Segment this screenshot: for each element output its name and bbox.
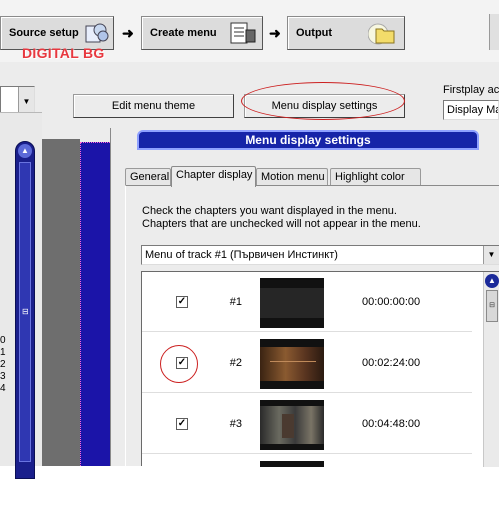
scroll-up-icon[interactable]: ▲ [18,144,32,158]
dialog-title: Menu display settings [137,130,479,150]
edit-menu-theme-button[interactable]: Edit menu theme [73,94,234,118]
row-number: 1 [0,347,6,358]
firstplay-action-select[interactable]: Display Ma [443,100,499,120]
step-create-menu-button[interactable]: Create menu [141,16,263,50]
row-number: 2 [0,359,6,370]
chapter-list-scrollbar[interactable]: ▲ ⊟ [483,272,499,467]
chapter-number: #3 [229,418,242,430]
instruction-line: Check the chapters you want displayed in… [142,205,397,217]
chapter-row: ✓ #3 00:04:48:00 [142,394,472,454]
scroll-thumb[interactable]: ⊟ [486,290,498,322]
row-numbers: 0 1 2 3 4 [0,335,6,395]
chapter-number: #1 [229,296,242,308]
tab-motion-menu[interactable]: Motion menu [256,168,328,186]
chapter-thumbnail [260,461,324,467]
workflow-scroll-edge [489,14,499,50]
chevron-down-icon[interactable]: ▼ [483,246,499,264]
tab-general[interactable]: General [125,168,171,186]
row-number: 4 [0,383,6,394]
canvas-frame [42,139,80,466]
chapter-number: #2 [229,357,242,369]
scroll-up-icon[interactable]: ▲ [485,274,499,288]
left-scrollbar[interactable]: ▲ ⊟ [15,141,35,479]
firstplay-action-label: Firstplay act [443,84,499,96]
tab-chapter-display[interactable]: Chapter display [171,166,256,187]
watermark-logo: DIGITAL BG [22,45,105,61]
track-select-value: Menu of track #1 (Първичен Инстинкт) [145,249,338,261]
chapter-thumbnail [260,400,324,450]
arrow-icon: ➜ [122,25,134,41]
chapter-checkbox[interactable]: ✓ [176,296,188,308]
menu-preview-canvas [80,142,110,466]
chapter-list: ✓ #1 00:00:00:00 ✓ #2 00:02:24:00 ✓ #3 0… [141,271,499,467]
arrow-icon: ➜ [269,25,281,41]
step-output-button[interactable]: Output [287,16,405,50]
chapter-checkbox[interactable]: ✓ [176,418,188,430]
chapter-row: ✓ #2 00:02:24:00 [142,333,472,393]
tab-highlight-color[interactable]: Highlight color [330,168,421,186]
chapter-time: 00:04:48:00 [362,418,421,430]
disc-stack-icon [85,23,109,43]
chapter-list-pane: ▲ ⊟ 0 1 2 3 4 [0,112,42,479]
instructions: Check the chapters you want displayed in… [142,205,421,231]
chapter-thumbnail [260,278,324,328]
document-menu-icon [230,22,256,44]
chapter-row: ✓ #1 00:00:00:00 [142,272,472,332]
track-select[interactable]: Menu of track #1 (Първичен Инстинкт) ▼ [141,245,499,265]
menu-display-settings-dialog: Menu display settings General Chapter di… [110,128,499,467]
row-number: 3 [0,371,6,382]
instruction-line: Chapters that are unchecked will not app… [142,218,421,230]
chapter-time: 00:00:00:00 [362,296,421,308]
folder-icon [368,23,395,45]
chapter-checkbox[interactable]: ✓ [176,357,188,369]
scroll-thumb[interactable]: ⊟ [19,162,31,462]
chapter-thumbnail [260,339,324,389]
chapter-time: 00:02:24:00 [362,357,421,369]
menu-display-settings-button[interactable]: Menu display settings [244,94,405,118]
grip-icon: ⊟ [22,307,29,316]
row-number: 0 [0,335,6,346]
chapter-row [142,455,472,515]
